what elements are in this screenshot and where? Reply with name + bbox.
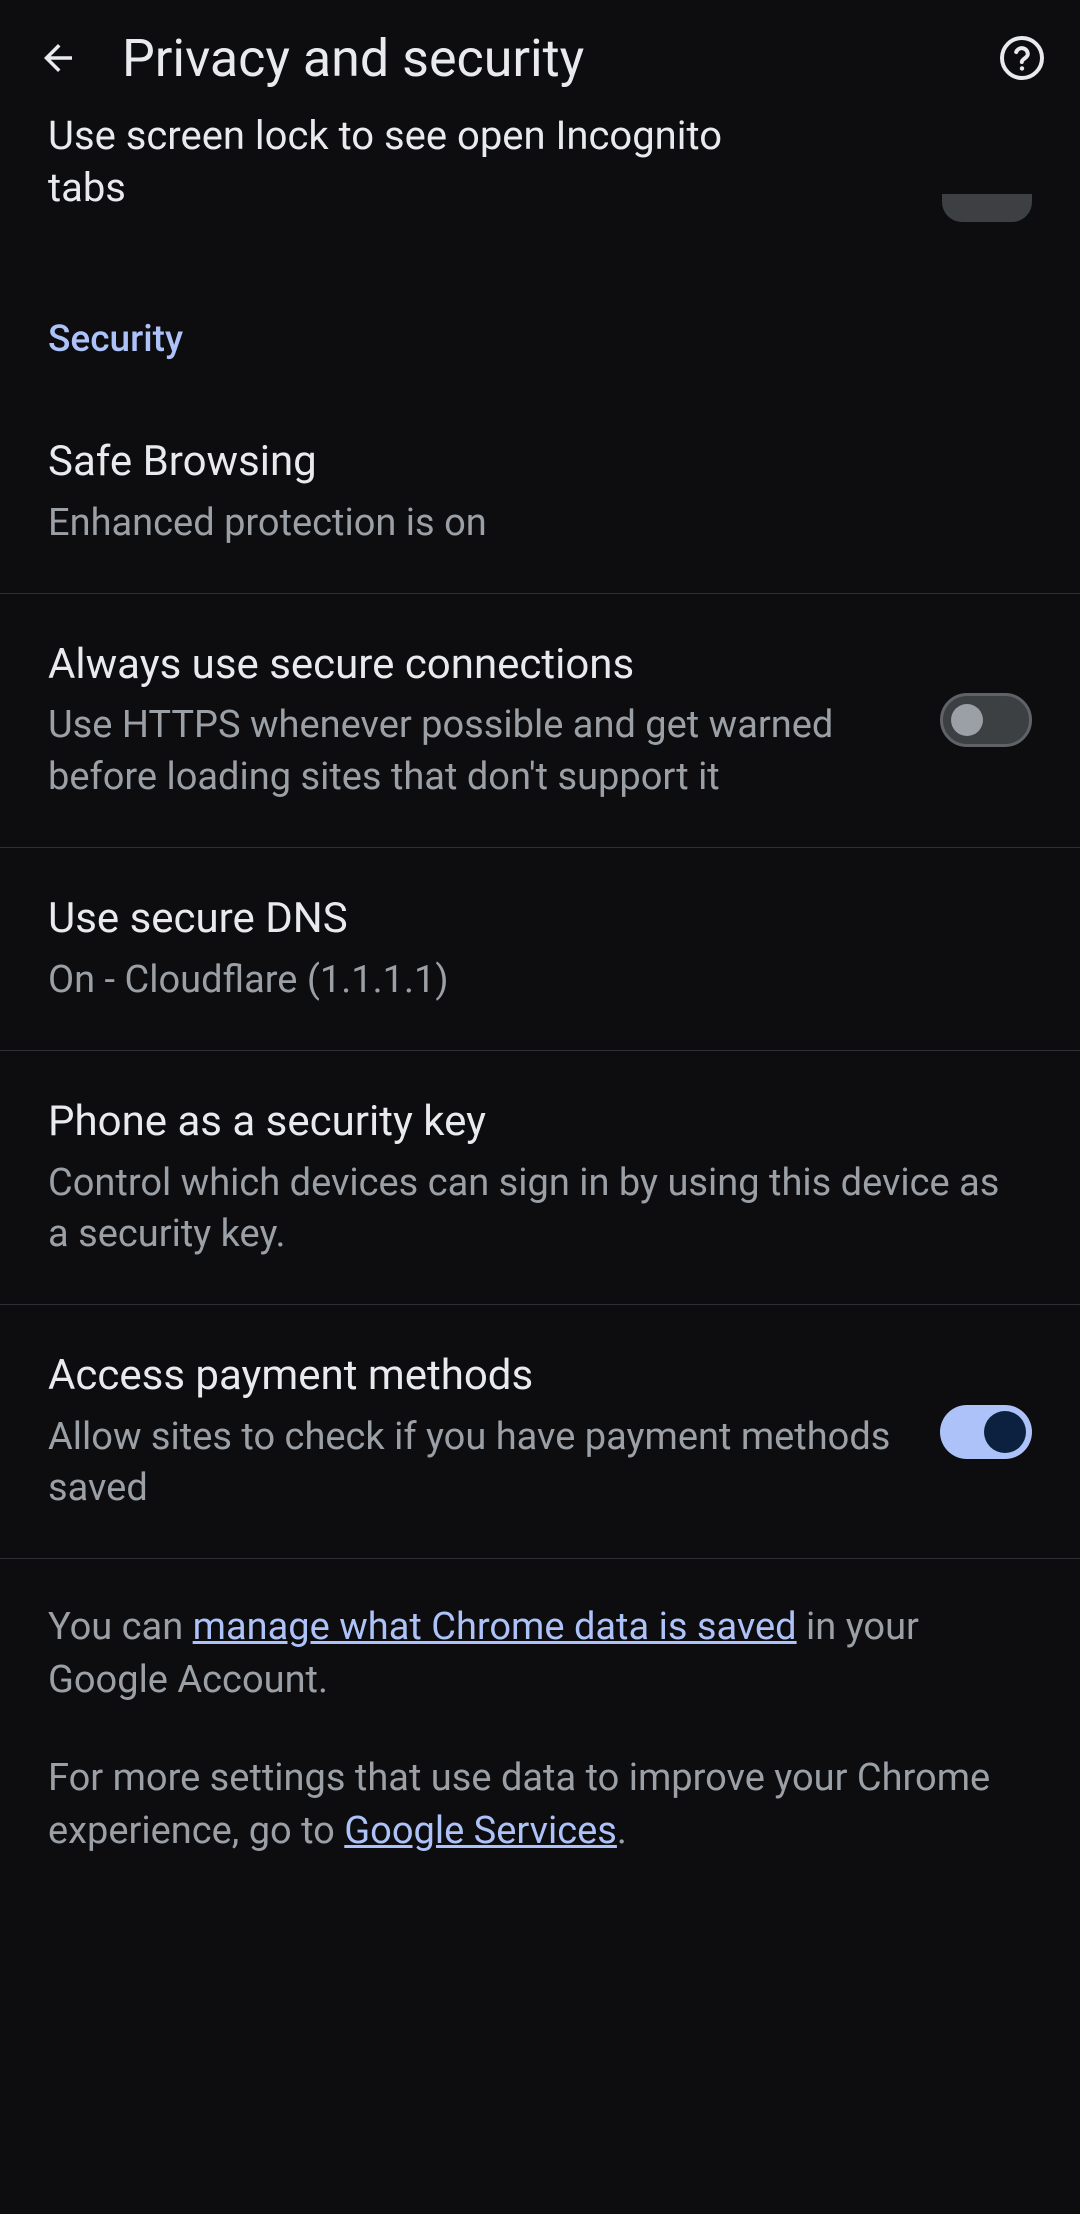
google-services-link[interactable]: Google Services — [344, 1809, 617, 1853]
footer-info: You can manage what Chrome data is saved… — [0, 1559, 1080, 1899]
access-payment-methods-toggle[interactable] — [940, 1405, 1032, 1459]
help-icon — [998, 34, 1046, 82]
footer-text-1-prefix: You can — [48, 1605, 193, 1649]
lock-incognito-subtitle: Use screen lock to see open Incognito ta… — [48, 110, 748, 214]
page-title: Privacy and security — [122, 28, 986, 89]
settings-content: Use screen lock to see open Incognito ta… — [0, 110, 1080, 1899]
footer-para-2: For more settings that use data to impro… — [48, 1752, 1032, 1857]
safe-browsing-item[interactable]: Safe Browsing Enhanced protection is on — [0, 391, 1080, 594]
always-secure-connections-toggle[interactable] — [940, 693, 1032, 747]
safe-browsing-title: Safe Browsing — [48, 435, 1008, 490]
use-secure-dns-item[interactable]: Use secure DNS On - Cloudflare (1.1.1.1) — [0, 848, 1080, 1051]
access-payment-methods-subtitle: Allow sites to check if you have payment… — [48, 1412, 916, 1515]
safe-browsing-subtitle: Enhanced protection is on — [48, 498, 1008, 549]
arrow-back-icon — [37, 37, 79, 79]
section-header-security: Security — [0, 274, 1080, 391]
footer-para-1: You can manage what Chrome data is saved… — [48, 1601, 1032, 1706]
always-secure-connections-title: Always use secure connections — [48, 638, 916, 693]
manage-chrome-data-link[interactable]: manage what Chrome data is saved — [193, 1605, 797, 1649]
always-secure-connections-item[interactable]: Always use secure connections Use HTTPS … — [0, 594, 1080, 848]
access-payment-methods-item[interactable]: Access payment methods Allow sites to ch… — [0, 1305, 1080, 1559]
app-bar: Privacy and security — [0, 0, 1080, 116]
phone-security-key-item[interactable]: Phone as a security key Control which de… — [0, 1051, 1080, 1305]
lock-incognito-item-partial[interactable]: Use screen lock to see open Incognito ta… — [0, 110, 1080, 274]
access-payment-methods-title: Access payment methods — [48, 1349, 916, 1404]
help-button[interactable] — [986, 22, 1058, 94]
use-secure-dns-subtitle: On - Cloudflare (1.1.1.1) — [48, 955, 1008, 1006]
lock-incognito-toggle-partial[interactable] — [942, 194, 1032, 222]
phone-security-key-title: Phone as a security key — [48, 1095, 1008, 1150]
always-secure-connections-subtitle: Use HTTPS whenever possible and get warn… — [48, 700, 916, 803]
phone-security-key-subtitle: Control which devices can sign in by usi… — [48, 1158, 1008, 1261]
back-button[interactable] — [22, 22, 94, 94]
footer-text-2-suffix: . — [617, 1809, 627, 1853]
use-secure-dns-title: Use secure DNS — [48, 892, 1008, 947]
